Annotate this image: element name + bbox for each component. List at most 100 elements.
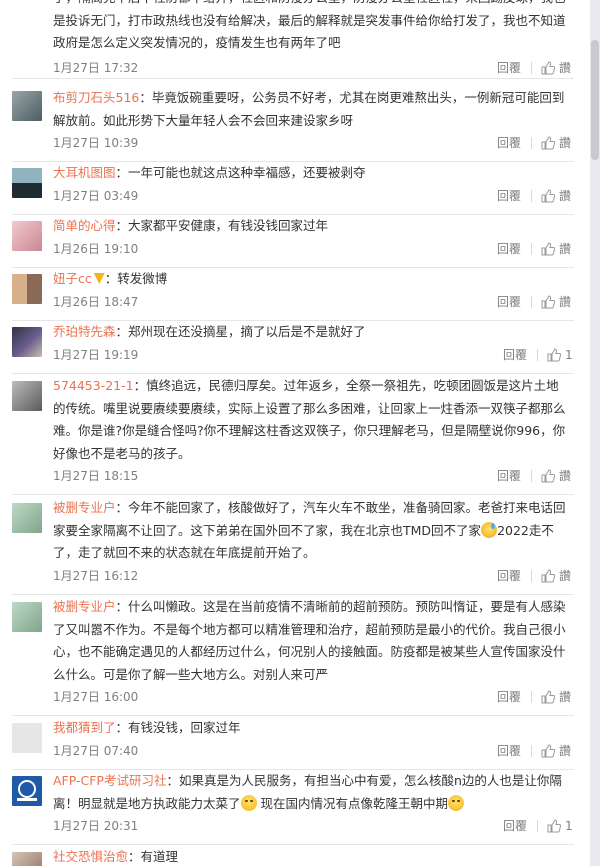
comment-meta: 1月26日 18:47 回覆 讚 bbox=[53, 291, 571, 313]
comment-meta: 1月27日 10:39 回覆 讚 bbox=[53, 132, 571, 154]
comment-item: 妞子cc ：转发微博 1月26日 18:47 回覆 讚 bbox=[0, 268, 590, 321]
comment-item: 社交恐惧治愈：有道理 bbox=[0, 846, 590, 866]
avatar[interactable] bbox=[12, 381, 42, 411]
like-button[interactable]: 讚 bbox=[541, 132, 571, 154]
like-button[interactable]: 讚 bbox=[541, 238, 571, 260]
thumbs-up-icon bbox=[541, 241, 555, 255]
like-button[interactable]: 讚 bbox=[541, 291, 571, 313]
reply-button[interactable]: 回覆 bbox=[497, 132, 521, 154]
thumbs-up-icon bbox=[541, 568, 555, 582]
avatar[interactable] bbox=[12, 852, 42, 866]
comment-meta: 1月27日 16:12 回覆 讚 bbox=[53, 565, 571, 587]
comment-text: 我都猜到了：有钱没钱，回家过年 bbox=[53, 720, 241, 735]
reply-button[interactable]: 回覆 bbox=[497, 57, 521, 79]
comment-time: 1月27日 10:39 bbox=[53, 136, 139, 150]
like-label: 讚 bbox=[559, 60, 572, 75]
comment-meta: 1月27日 17:32 回覆 讚 bbox=[53, 57, 571, 79]
comment-username[interactable]: 574453-21-1 bbox=[53, 378, 134, 393]
like-button[interactable]: 1 bbox=[547, 815, 573, 837]
like-button[interactable]: 讚 bbox=[541, 57, 571, 79]
reply-button[interactable]: 回覆 bbox=[497, 686, 521, 708]
thumbs-up-icon bbox=[541, 743, 555, 757]
avatar[interactable] bbox=[12, 602, 42, 632]
avatar[interactable] bbox=[12, 776, 42, 806]
divider bbox=[12, 77, 574, 79]
afp-logo-icon bbox=[17, 780, 37, 801]
comment-text: 574453-21-1：慎终追远，民德归厚矣。过年返乡，全祭一祭祖先，吃顿团圆饭… bbox=[53, 378, 566, 461]
like-button[interactable]: 1 bbox=[547, 344, 573, 366]
like-button[interactable]: 讚 bbox=[541, 565, 571, 587]
comment-time: 1月27日 18:15 bbox=[53, 469, 139, 483]
reply-button[interactable]: 回覆 bbox=[497, 740, 521, 762]
like-count: 1 bbox=[565, 347, 573, 362]
comment-item: 简单的心得：大家都平安健康，有钱没钱回家过年 1月26日 19:10 回覆 讚 bbox=[0, 215, 590, 268]
comment-meta: 1月27日 03:49 回覆 讚 bbox=[53, 185, 571, 207]
avatar[interactable] bbox=[12, 327, 42, 357]
avatar[interactable] bbox=[12, 91, 42, 121]
comment-item: 574453-21-1：慎终追远，民德归厚矣。过年返乡，全祭一祭祖先，吃顿团圆饭… bbox=[0, 375, 590, 495]
avatar[interactable] bbox=[12, 168, 42, 198]
reply-button[interactable]: 回覆 bbox=[497, 291, 521, 313]
shy-emoji-icon bbox=[240, 794, 257, 811]
divider bbox=[12, 494, 574, 495]
comment-username[interactable]: 社交恐惧治愈 bbox=[53, 849, 128, 864]
comment-time: 1月27日 16:12 bbox=[53, 568, 139, 583]
thumbs-up-icon bbox=[541, 690, 555, 704]
shy-emoji-icon bbox=[448, 794, 465, 811]
comment-username[interactable]: 被删专业户 bbox=[53, 599, 116, 614]
reply-button[interactable]: 回覆 bbox=[503, 344, 527, 366]
reply-button[interactable]: 回覆 bbox=[497, 185, 521, 207]
meta-divider bbox=[531, 744, 532, 757]
comment-item: 乔珀特先森：郑州现在还没摘星，摘了以后是不是就好了 1月27日 19:19 回覆… bbox=[0, 321, 590, 374]
like-label: 讚 bbox=[559, 241, 572, 256]
like-label: 讚 bbox=[559, 743, 572, 758]
comment-text: AFP-CFP考试研习社：如果真是为人民服务，有担当心中有爱，怎么核酸n边的人也… bbox=[53, 773, 562, 811]
scrollbar-thumb[interactable] bbox=[591, 40, 599, 160]
comment-item: 大耳机图图：一年可能也就这点这种幸福感，还要被剥夺 1月27日 03:49 回覆… bbox=[0, 162, 590, 215]
like-button[interactable]: 讚 bbox=[541, 740, 571, 762]
reply-button[interactable]: 回覆 bbox=[503, 815, 527, 837]
comment-username[interactable]: AFP-CFP考试研习社 bbox=[53, 773, 166, 788]
comment-username[interactable]: 乔珀特先森 bbox=[53, 324, 116, 339]
reply-button[interactable]: 回覆 bbox=[497, 238, 521, 260]
comment-username[interactable]: 简单的心得 bbox=[53, 218, 116, 233]
thumbs-up-icon bbox=[541, 294, 555, 308]
comment-item: 被删专业户：什么叫懒政。这是在当前疫情不清晰前的超前预防。预防叫惰证，要是有人感… bbox=[0, 596, 590, 716]
comment-username[interactable]: 布剪刀石头516 bbox=[53, 90, 139, 105]
comment-item: AFP-CFP考试研习社：如果真是为人民服务，有担当心中有爱，怎么核酸n边的人也… bbox=[0, 770, 590, 845]
like-label: 讚 bbox=[559, 568, 572, 583]
thumbs-up-icon bbox=[541, 188, 555, 202]
divider bbox=[12, 372, 574, 374]
thumbs-up-icon bbox=[547, 347, 561, 361]
avatar[interactable] bbox=[12, 221, 42, 251]
like-button[interactable]: 讚 bbox=[541, 465, 571, 487]
comment-meta: 1月26日 19:10 回覆 讚 bbox=[53, 238, 571, 260]
comment-time: 1月26日 18:47 bbox=[53, 294, 139, 309]
avatar[interactable] bbox=[12, 503, 42, 533]
like-button[interactable]: 讚 bbox=[541, 686, 571, 708]
sweat-emoji-icon bbox=[481, 521, 498, 538]
like-button[interactable]: 讚 bbox=[541, 185, 571, 207]
comment-meta: 1月27日 07:40 回覆 讚 bbox=[53, 740, 571, 762]
scrollbar[interactable] bbox=[590, 0, 600, 866]
comment-time: 1月27日 19:19 bbox=[53, 347, 139, 362]
avatar[interactable] bbox=[12, 723, 42, 753]
comment-username[interactable]: 被删专业户 bbox=[53, 500, 116, 515]
comment-username[interactable]: 妞子cc bbox=[53, 271, 92, 286]
comment-username[interactable]: 大耳机图图 bbox=[53, 165, 116, 180]
comment-text: 社交恐惧治愈：有道理 bbox=[53, 849, 179, 864]
comment-list: 子，隔离完毕后下社防都不给开，社区和防疫办公室，防疫办公室社区社，来回踢皮球，我… bbox=[0, 0, 590, 866]
meta-divider bbox=[531, 691, 532, 703]
comment-text: 被删专业户：今年不能回家了，核酸做好了，汽车火车不敢坐，准备骑回家。老爸打来电话… bbox=[53, 500, 566, 560]
reply-button[interactable]: 回覆 bbox=[497, 465, 521, 487]
comment-text: 布剪刀石头516：毕竟饭碗重要呀，公务员不好考，尤其在岗更难熬出头，一例新冠可能… bbox=[53, 90, 565, 128]
comment-item: 被删专业户：今年不能回家了，核酸做好了，汽车火车不敢坐，准备骑回家。老爸打来电话… bbox=[0, 497, 590, 595]
thumbs-up-icon bbox=[541, 60, 555, 74]
comment-meta: 1月27日 18:15 回覆 讚 bbox=[53, 465, 571, 487]
meta-divider bbox=[531, 295, 532, 308]
comment-username[interactable]: 我都猜到了 bbox=[53, 720, 116, 735]
comment-time: 1月27日 03:49 bbox=[53, 188, 139, 203]
thumbs-up-icon bbox=[541, 469, 555, 483]
reply-button[interactable]: 回覆 bbox=[497, 565, 521, 587]
avatar[interactable] bbox=[12, 274, 42, 304]
